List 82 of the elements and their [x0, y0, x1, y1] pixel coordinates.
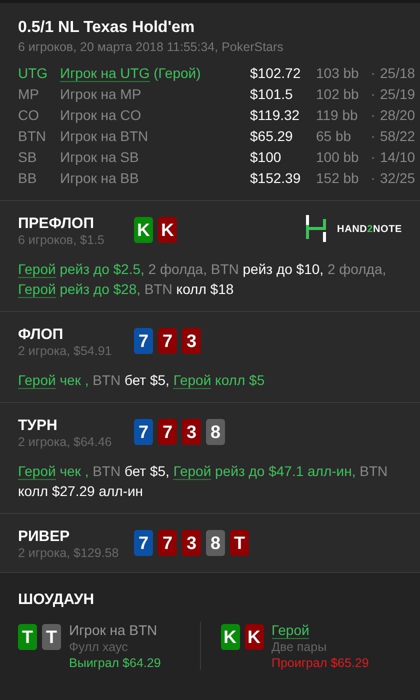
hand-result: Выиграл $64.29: [69, 656, 161, 670]
hero-link[interactable]: Герой: [18, 463, 56, 480]
player-stats: 25/18: [380, 64, 416, 83]
showdown-title: ШОУДАУН: [18, 591, 96, 608]
player-bb: 100 bb: [316, 148, 360, 167]
separator-dot-icon: [372, 72, 374, 74]
playing-card: K: [220, 624, 240, 650]
playing-card: 8: [206, 419, 225, 445]
hand-title: 0.5/1 NL Texas Hold'em: [18, 19, 196, 37]
separator-dot-icon: [372, 114, 374, 116]
hero-link[interactable]: Игрок на UTG: [60, 65, 150, 82]
logo-text: HAND2NOTE: [337, 224, 402, 234]
hero-link[interactable]: Герой: [18, 372, 56, 389]
player-bb: 65 bb: [316, 127, 352, 146]
hand-subtitle: 6 игроков, 20 марта 2018 11:55:34, PokerStars: [18, 40, 284, 54]
player-name: Игрок на UTG (Герой): [60, 64, 202, 83]
player-stats: 28/20: [380, 106, 416, 125]
playing-card: T: [42, 624, 61, 650]
street-title: РИВЕР: [18, 528, 71, 545]
player-bb: 119 bb: [316, 106, 359, 125]
playing-card: T: [230, 530, 249, 556]
street-title: ТУРН: [18, 417, 58, 434]
playing-card: 3: [182, 530, 201, 556]
playing-card: 3: [182, 328, 201, 354]
hand-combo: Две пары: [272, 640, 328, 654]
player-name: Игрок на CO: [60, 106, 142, 125]
playing-card: T: [18, 624, 37, 650]
playing-card: 3: [182, 419, 201, 445]
player-position: SB: [18, 148, 38, 167]
player-name: Игрок на SB: [60, 148, 140, 167]
player-position: BB: [18, 169, 38, 188]
player-position: BTN: [18, 127, 47, 146]
separator-dot-icon: [372, 178, 374, 180]
street-info: 2 игрока, $64.46: [18, 435, 113, 449]
player-name: Игрок на BTN: [69, 622, 158, 638]
playing-card: K: [158, 217, 177, 243]
player-stats: 14/10: [380, 148, 416, 167]
action-line: Герой чек , BTN бет $5, Герой рейз до $47.1 алл-ин, BTN колл $27.29 алл-ин: [18, 462, 389, 501]
action-line: Герой рейз до $2.5, 2 фолда, BTN рейз до $10, 2 фолда, Герой рейз до $28, BTN колл $18: [18, 260, 388, 299]
hero-link[interactable]: Герой: [272, 622, 310, 639]
player-bb: 102 bb: [316, 85, 360, 104]
player-position: MP: [18, 85, 40, 104]
player-stats: 25/19: [380, 85, 416, 104]
player-name: Игрок на MP: [60, 85, 142, 104]
hero-link[interactable]: Герой: [173, 372, 212, 389]
street-title: ПРЕФЛОП: [18, 215, 95, 232]
playing-card: K: [134, 217, 153, 243]
separator-dot-icon: [372, 94, 374, 96]
hand-result: Проиграл $65.29: [272, 656, 369, 670]
player-name: Игрок на BB: [60, 169, 140, 188]
player-stack: $101.5: [250, 85, 294, 104]
player-stats: 32/25: [380, 169, 416, 188]
player-position: UTG: [18, 64, 49, 83]
playing-card: 7: [158, 419, 177, 445]
playing-card: 7: [134, 419, 153, 445]
playing-card: K: [244, 624, 264, 650]
player-stats: 58/22: [380, 127, 416, 146]
hand-combo: Фулл хаус: [69, 640, 129, 654]
player-position: CO: [18, 106, 40, 125]
player-bb: 152 bb: [316, 169, 360, 188]
separator-dot-icon: [372, 136, 374, 138]
street-info: 2 игрока, $129.58: [18, 546, 120, 560]
playing-card: 7: [158, 530, 177, 556]
player-bb: 103 bb: [316, 64, 360, 83]
playing-card: 7: [158, 328, 177, 354]
separator-dot-icon: [372, 156, 374, 158]
hero-link[interactable]: Герой: [173, 463, 212, 480]
playing-card: 8: [206, 530, 225, 556]
player-stack: $102.72: [250, 64, 302, 83]
player-stack: $119.32: [250, 106, 301, 125]
player-stack: $65.29: [250, 127, 294, 146]
player-name: Игрок на BTN: [60, 127, 150, 146]
hero-link[interactable]: Герой: [18, 261, 56, 278]
playing-card: 7: [134, 530, 153, 556]
player-stack: $152.39: [250, 169, 302, 188]
street-info: 2 игрока, $54.91: [18, 344, 113, 358]
street-info: 6 игроков, $1.5: [18, 233, 106, 247]
action-line: Герой чек , BTN бет $5, Герой колл $5: [18, 371, 266, 390]
hero-link[interactable]: Герой: [18, 281, 56, 298]
street-title: ФЛОП: [18, 326, 64, 343]
player-stack: $100: [250, 148, 282, 167]
playing-card: 7: [134, 328, 153, 354]
